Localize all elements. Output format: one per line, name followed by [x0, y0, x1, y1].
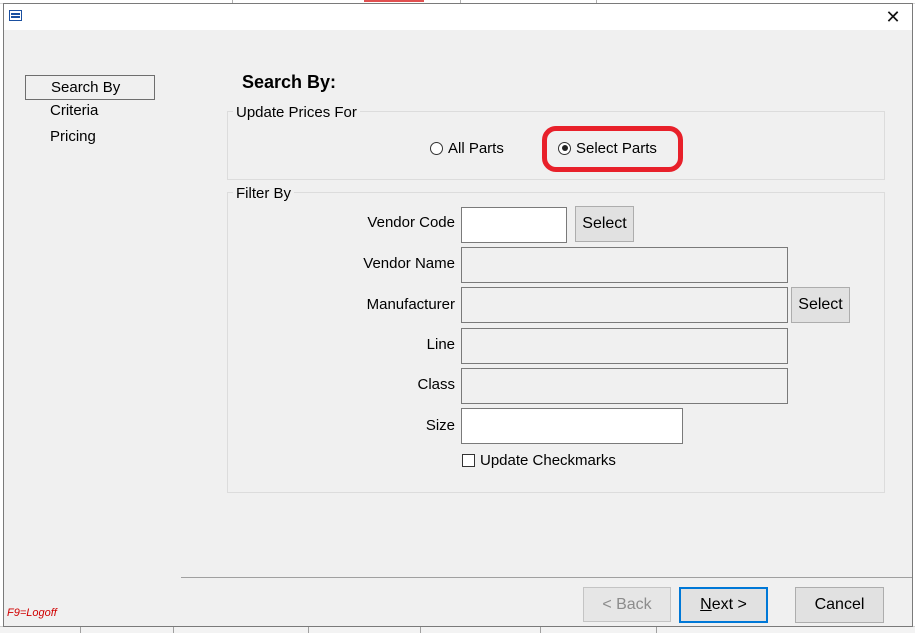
- manufacturer-label: Manufacturer: [366, 296, 455, 313]
- cancel-button[interactable]: Cancel: [795, 587, 884, 623]
- checkbox-indicator: [462, 454, 475, 467]
- vendor-name-label: Vendor Name: [363, 255, 455, 272]
- background-divider: [420, 626, 421, 633]
- radio-indicator-checked: [558, 141, 571, 155]
- nav-item-label: Search By: [51, 79, 121, 96]
- back-button[interactable]: < Back: [583, 587, 671, 622]
- nav-item-search-by[interactable]: Search By: [25, 75, 155, 100]
- vendor-name-field: [461, 247, 788, 283]
- title-bar: ✕: [4, 4, 912, 30]
- manufacturer-field: [461, 287, 788, 323]
- select-parts-label: Select Parts: [576, 139, 657, 157]
- update-prices-group-title: Update Prices For: [233, 104, 360, 121]
- update-checkmarks-label: Update Checkmarks: [480, 452, 616, 469]
- background-highlight: [364, 0, 424, 2]
- update-checkmarks-checkbox[interactable]: Update Checkmarks: [462, 452, 616, 469]
- nav-item-pricing[interactable]: Pricing: [25, 125, 155, 150]
- background-app-bottom: [0, 626, 915, 633]
- next-button[interactable]: Next >: [679, 587, 768, 623]
- all-parts-label: All Parts: [448, 139, 504, 157]
- manufacturer-select-button[interactable]: Select: [791, 287, 850, 323]
- background-divider: [308, 626, 309, 633]
- search-dialog: ✕ Search By Criteria Pricing Search By: …: [3, 3, 913, 627]
- logoff-hint: F9=Logoff: [7, 607, 57, 619]
- class-field: [461, 368, 788, 404]
- background-divider: [540, 626, 541, 633]
- background-divider: [656, 626, 657, 633]
- size-input[interactable]: [461, 408, 683, 444]
- line-field: [461, 328, 788, 364]
- background-divider: [173, 626, 174, 633]
- radio-indicator: [430, 141, 443, 155]
- size-label: Size: [425, 417, 455, 434]
- vendor-select-button[interactable]: Select: [575, 206, 634, 242]
- select-parts-radio[interactable]: Select Parts: [558, 138, 657, 158]
- vendor-code-input[interactable]: [461, 207, 567, 243]
- close-button[interactable]: ✕: [882, 7, 904, 27]
- line-label: Line: [426, 336, 455, 353]
- all-parts-radio[interactable]: All Parts: [430, 138, 504, 158]
- filter-by-group-title: Filter By: [233, 185, 295, 202]
- window-icon[interactable]: [9, 10, 22, 21]
- nav-item-criteria[interactable]: Criteria: [25, 99, 155, 124]
- background-divider: [80, 626, 81, 633]
- footer-separator: [181, 577, 912, 578]
- page-title: Search By:: [242, 72, 337, 92]
- vendor-code-label: Vendor Code: [367, 214, 455, 231]
- class-label: Class: [417, 376, 455, 393]
- nav-item-label: Pricing: [50, 128, 96, 145]
- nav-item-label: Criteria: [50, 102, 99, 119]
